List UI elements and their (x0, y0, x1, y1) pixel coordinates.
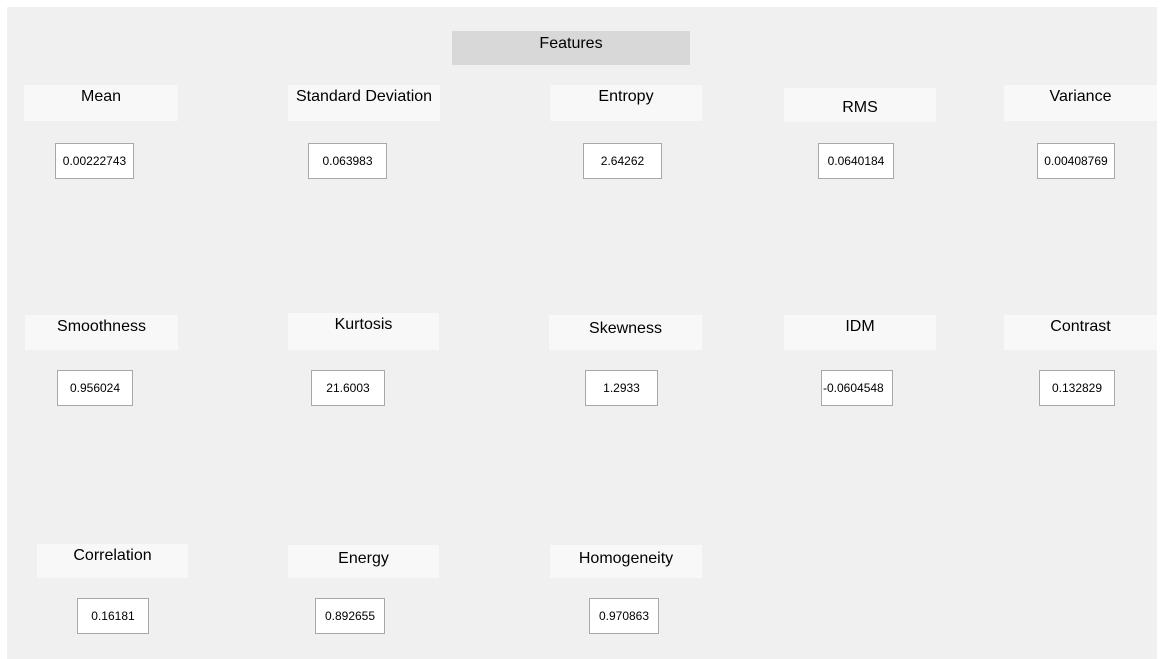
skewness-label: Skewness (549, 315, 702, 350)
entropy-label: Entropy (550, 85, 702, 121)
smoothness-label: Smoothness (25, 315, 178, 350)
kurtosis-value-field[interactable] (311, 370, 385, 406)
correlation-label: Correlation (37, 544, 188, 578)
kurtosis-label: Kurtosis (288, 313, 439, 350)
entropy-value-field[interactable] (583, 143, 662, 179)
idm-value-field[interactable] (821, 370, 893, 406)
variance-label: Variance (1004, 85, 1157, 121)
variance-value-field[interactable] (1037, 143, 1115, 179)
homogeneity-value-field[interactable] (589, 598, 659, 634)
rms-value-field[interactable] (818, 143, 894, 179)
standard-deviation-label: Standard Deviation (288, 85, 440, 121)
skewness-value-field[interactable] (585, 370, 658, 406)
energy-label: Energy (288, 545, 439, 578)
features-title: Features (452, 31, 690, 65)
rms-label: RMS (784, 88, 936, 122)
smoothness-value-field[interactable] (57, 370, 133, 406)
homogeneity-label: Homogeneity (550, 545, 702, 578)
correlation-value-field[interactable] (77, 598, 149, 634)
mean-label: Mean (24, 85, 178, 121)
contrast-value-field[interactable] (1039, 370, 1115, 406)
energy-value-field[interactable] (315, 598, 385, 634)
contrast-label: Contrast (1004, 315, 1157, 350)
idm-label: IDM (784, 315, 936, 350)
mean-value-field[interactable] (55, 143, 134, 179)
standard-deviation-value-field[interactable] (308, 143, 387, 179)
